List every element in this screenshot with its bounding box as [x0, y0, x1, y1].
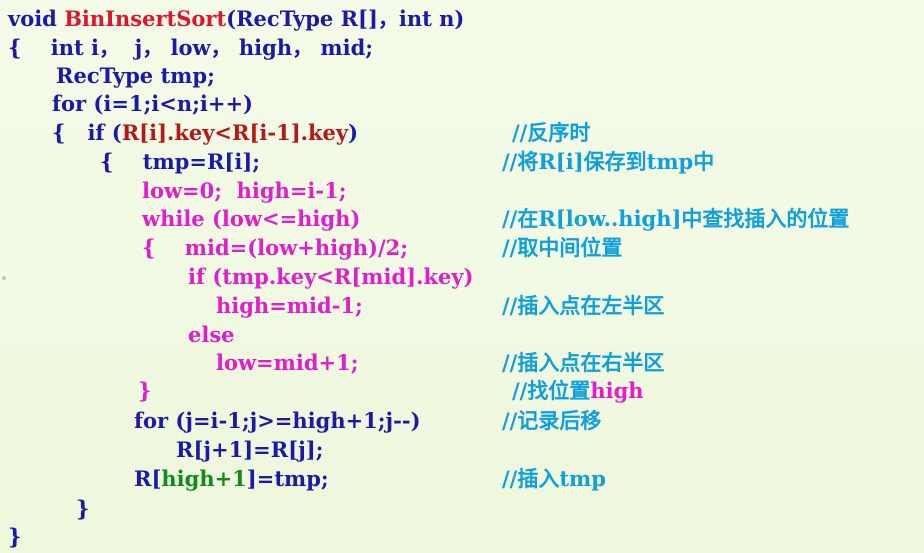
code-line-10: if (tmp.key<R[mid].key): [188, 264, 474, 289]
code-token: high+1: [161, 466, 247, 491]
code-line-2: { int i， j， low， high， mid;: [8, 35, 374, 60]
code-line-6: { tmp=R[i];: [100, 149, 260, 175]
code-line-11: high=mid-1;: [216, 293, 363, 318]
code-token: ): [348, 120, 359, 145]
code-token: ]=tmp;: [246, 466, 329, 491]
comment-8: //在R[low..high]中查找插入的位置: [502, 206, 850, 231]
code-token: { if (: [52, 120, 122, 145]
slide-marker-icon: [2, 276, 6, 280]
code-line-9: { mid=(low+high)/2;: [142, 235, 408, 261]
code-token: void: [8, 6, 65, 31]
code-token: {: [142, 235, 185, 260]
comment-15: //记录后移: [502, 408, 602, 433]
code-line-13: low=mid+1;: [216, 350, 359, 375]
code-line-15: for (j=i-1;j>=high+1;j--): [134, 408, 421, 433]
code-line-19: }: [8, 524, 22, 549]
comment-13: //插入点在右半区: [502, 350, 665, 375]
code-token: (RecType R[]，int n): [226, 6, 465, 31]
code-line-4: for (i=1;i<n;i++): [52, 91, 253, 116]
comment-5: //反序时: [512, 120, 591, 145]
code-line-14: }: [138, 378, 152, 403]
code-line-17: R[high+1]=tmp;: [134, 466, 329, 492]
code-line-12: else: [188, 322, 235, 347]
code-line-5: { if (R[i].key<R[i-1].key): [52, 120, 358, 146]
code-token: tmp=R[i];: [142, 149, 261, 174]
code-line-3: RecType tmp;: [56, 63, 215, 88]
code-slide: void BinInsertSort(RecType R[]，int n) { …: [0, 0, 924, 553]
code-line-8: while (low<=high): [142, 206, 361, 231]
code-line-16: R[j+1]=R[j];: [176, 437, 324, 462]
comment-11: //插入点在左半区: [502, 293, 665, 318]
code-line-18: }: [76, 496, 90, 521]
comment-17: //插入tmp: [502, 466, 606, 491]
code-line-1: void BinInsertSort(RecType R[]，int n): [8, 6, 464, 32]
comment-token: //找位置: [512, 378, 591, 403]
code-line-7: low=0; high=i-1;: [142, 178, 347, 203]
comment-token: high: [590, 378, 644, 403]
code-token: R[: [134, 466, 162, 491]
code-token: {: [100, 149, 143, 174]
comment-6: //将R[i]保存到tmp中: [502, 149, 715, 174]
code-token: mid=(low+high)/2;: [184, 235, 408, 260]
comment-14: //找位置high: [512, 378, 644, 404]
function-name: BinInsertSort: [64, 6, 227, 31]
comment-9: //取中间位置: [502, 235, 623, 260]
condition-text: R[i].key<R[i-1].key: [121, 120, 349, 145]
